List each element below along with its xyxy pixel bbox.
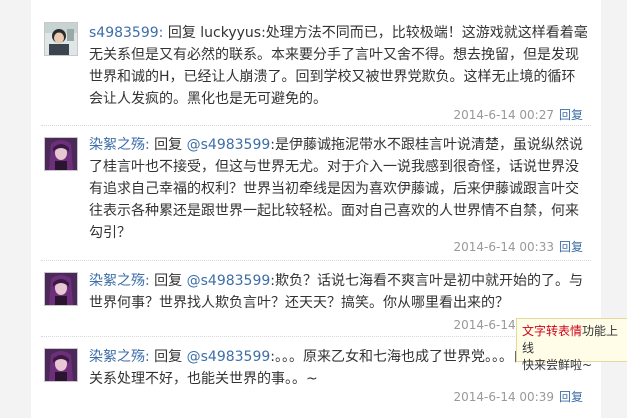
comment-text: :处理方法不同而已，比较极端！这游戏就这样看着毫无关系但是又有必然的联系。本来要… bbox=[89, 25, 588, 107]
comment-body: s4983599: 回复 luckyyus:处理方法不同而已，比较极端！这游戏就… bbox=[89, 22, 589, 110]
reply-word: 回复 bbox=[167, 25, 196, 41]
comment-time: 2014-6-14 00:39 bbox=[453, 390, 554, 404]
reply-target: luckyyus bbox=[200, 25, 262, 41]
avatar[interactable] bbox=[44, 348, 78, 382]
reply-link[interactable]: 回复 bbox=[559, 240, 583, 254]
reply-target[interactable]: @s4983599 bbox=[187, 349, 271, 365]
avatar[interactable] bbox=[44, 22, 78, 56]
reply-link[interactable]: 回复 bbox=[559, 108, 583, 122]
comment-author[interactable]: s4983599: bbox=[89, 25, 163, 41]
comment-meta: 2014-6-14 00:33 回复 bbox=[453, 238, 583, 255]
reply-link[interactable]: 回复 bbox=[559, 390, 583, 404]
comment-time: 2014-6-14 00:27 bbox=[453, 108, 554, 122]
comment-body: 染絮之殇: 回复 @s4983599:欺负？话说七海看不爽言叶是初中就开始的了。… bbox=[89, 270, 589, 314]
tooltip-line-2: 快来尝鲜啦~ bbox=[522, 358, 593, 372]
comment-body: 染絮之殇: 回复 @s4983599:。。。原来乙女和七海也成了世界党。。。自己… bbox=[89, 346, 589, 390]
divider bbox=[41, 336, 591, 337]
comment-time: 2014-6-14 00:33 bbox=[453, 240, 554, 254]
comment-meta: 2014-6-14 00:27 回复 bbox=[453, 106, 583, 123]
comment-author[interactable]: 染絮之殇: bbox=[89, 137, 150, 153]
tooltip-highlight: 文字转表情 bbox=[522, 324, 583, 338]
tooltip-line-1: 文字转表情功能上线 bbox=[522, 323, 627, 357]
comment-meta: 2014-6-14 00:39 回复 bbox=[453, 388, 583, 405]
avatar[interactable] bbox=[44, 137, 78, 171]
reply-target[interactable]: @s4983599 bbox=[187, 273, 271, 289]
divider bbox=[41, 260, 591, 261]
comment-body: 染絮之殇: 回复 @s4983599:是伊藤诚拖泥带水不跟桂言叶说清楚，虽说纵然… bbox=[89, 134, 589, 244]
comment-author[interactable]: 染絮之殇: bbox=[89, 273, 150, 289]
avatar[interactable] bbox=[44, 272, 78, 306]
reply-word: 回复 bbox=[154, 349, 183, 365]
reply-word: 回复 bbox=[154, 137, 183, 153]
reply-word: 回复 bbox=[154, 273, 183, 289]
divider bbox=[41, 125, 591, 126]
reply-target[interactable]: @s4983599 bbox=[187, 137, 271, 153]
emoji-feature-tooltip[interactable]: 文字转表情功能上线 快来尝鲜啦~ bbox=[516, 318, 627, 372]
comment-author[interactable]: 染絮之殇: bbox=[89, 349, 150, 365]
